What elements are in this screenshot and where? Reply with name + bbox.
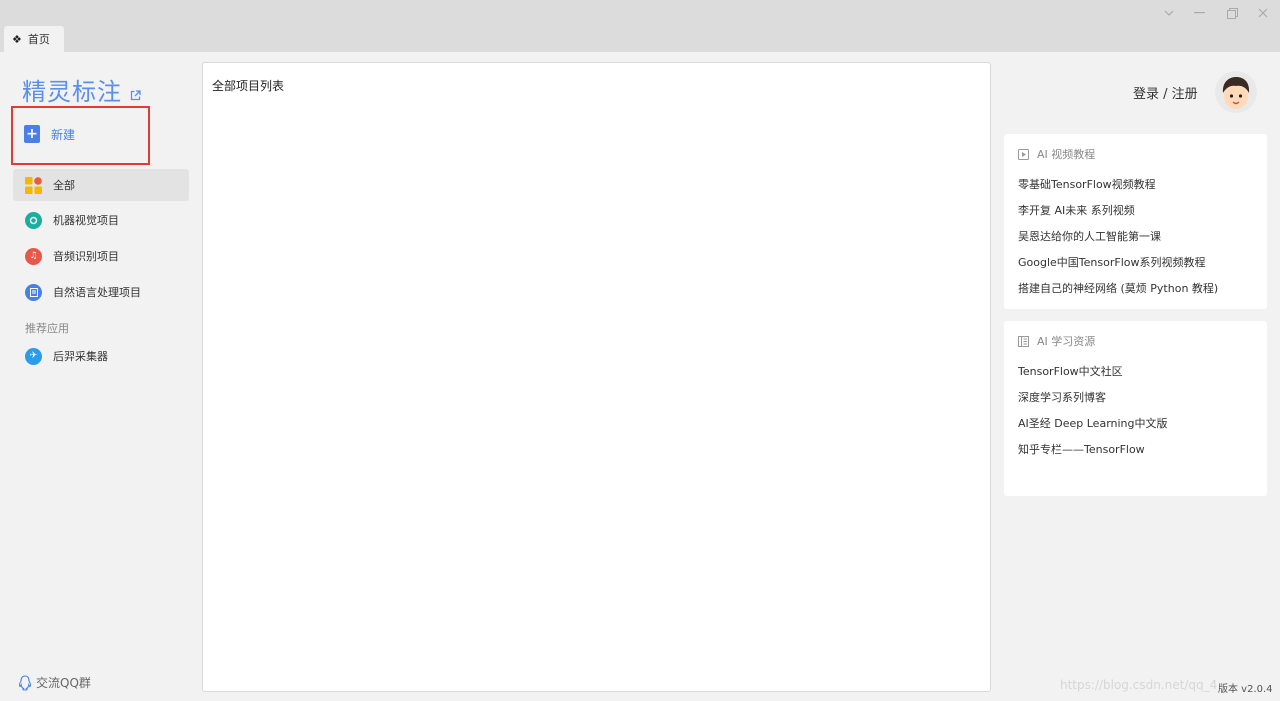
resource-link[interactable]: AI圣经 Deep Learning中文版 [1018,415,1168,431]
diamond-icon: ❖ [12,32,22,46]
tab-label: 首页 [27,33,50,46]
avatar[interactable] [1215,71,1257,113]
sidebar-item-nlp[interactable]: 自然语言处理项目 [13,276,189,308]
title-bar: ❖ 首页 [0,0,1280,52]
new-label: 新建 [51,127,76,142]
card-heading: AI 学习资源 [1018,333,1095,349]
version-label: 版本 v2.0.4 [1218,684,1273,695]
card-heading-text: AI 视频教程 [1037,148,1096,161]
vision-icon [25,211,42,229]
resource-link[interactable]: TensorFlow中文社区 [1018,363,1123,379]
nlp-icon [25,283,42,301]
resource-link[interactable]: 深度学习系列博客 [1018,389,1106,405]
video-link[interactable]: Google中国TensorFlow系列视频教程 [1018,254,1205,270]
avatar-face-icon [1215,71,1257,113]
video-link[interactable]: 李开复 AI未来 系列视频 [1018,202,1135,218]
qq-group-link[interactable]: 交流QQ群 [18,674,91,691]
login-register-link[interactable]: 登录 / 注册 [1133,83,1198,102]
tab-home[interactable]: ❖ 首页 [4,26,64,52]
sidebar-item-label: 后羿采集器 [53,350,108,363]
sidebar-item-label: 全部 [53,179,75,192]
new-project-button[interactable]: + 新建 [24,125,75,143]
resource-link[interactable]: 知乎专栏——TensorFlow [1018,441,1145,457]
qq-icon [19,674,31,691]
project-list-panel: 全部项目列表 [202,62,991,692]
video-link[interactable]: 搭建自己的神经网络 (莫烦 Python 教程) [1018,280,1218,296]
book-icon [1018,335,1029,347]
minimize-icon[interactable] [1190,4,1208,22]
video-link[interactable]: 吴恩达给你的人工智能第一课 [1018,228,1161,244]
sidebar-item-label: 机器视觉项目 [53,214,119,227]
audio-icon: ♫ [25,247,42,265]
sidebar-item-label: 音频识别项目 [53,250,119,263]
video-tutorials-card: AI 视频教程 零基础TensorFlow视频教程 李开复 AI未来 系列视频 … [1004,134,1267,309]
video-link[interactable]: 零基础TensorFlow视频教程 [1018,176,1156,192]
app-title-text: 精灵标注 [22,78,122,106]
sidebar-item-audio[interactable]: ♫ 音频识别项目 [13,240,189,272]
all-grid-icon [25,176,42,194]
sidebar-item-vision[interactable]: 机器视觉项目 [13,204,189,236]
card-heading-text: AI 学习资源 [1037,335,1096,348]
section-label-recommended: 推荐应用 [25,322,69,335]
restore-icon[interactable] [1223,4,1241,22]
page-title: 全部项目列表 [212,79,285,93]
sidebar-item-all[interactable]: 全部 [13,169,189,201]
learning-resources-card: AI 学习资源 TensorFlow中文社区 深度学习系列博客 AI圣经 Dee… [1004,321,1267,496]
qq-group-label: 交流QQ群 [36,676,91,690]
app-title[interactable]: 精灵标注 [22,72,141,107]
external-link-icon [130,90,141,101]
close-icon[interactable] [1254,4,1272,22]
card-heading: AI 视频教程 [1018,146,1095,162]
chevron-down-icon[interactable] [1160,4,1178,22]
play-icon [1018,148,1029,160]
houyi-icon: ✈ [25,347,42,365]
sidebar-item-houyi[interactable]: ✈ 后羿采集器 [13,340,189,372]
new-file-icon: + [24,125,40,143]
watermark-text: https://blog.csdn.net/qq_4 [1060,678,1218,692]
sidebar-item-label: 自然语言处理项目 [53,286,141,299]
